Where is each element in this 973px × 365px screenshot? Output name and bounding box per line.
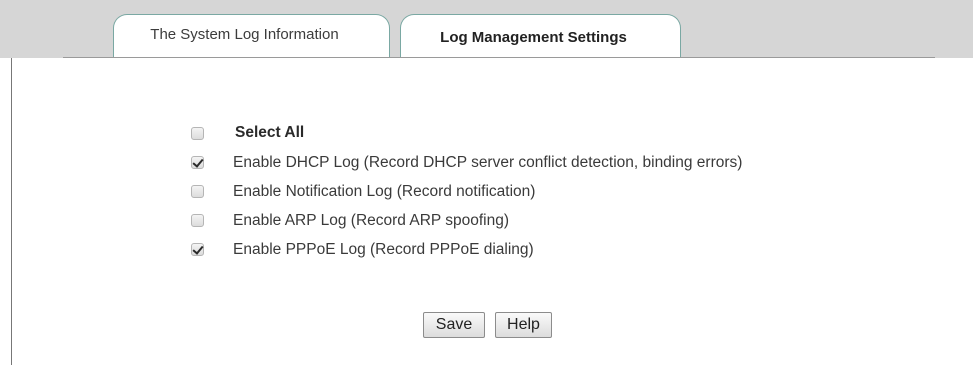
dhcp-log-label: Enable DHCP Log (Record DHCP server conf… bbox=[233, 153, 743, 171]
arp-log-label: Enable ARP Log (Record ARP spoofing) bbox=[233, 211, 510, 229]
action-buttons: Save Help bbox=[423, 312, 552, 338]
log-settings-page: The System Log Information Log Managemen… bbox=[0, 0, 973, 365]
content-left-border bbox=[11, 58, 12, 365]
tab-label: Log Management Settings bbox=[440, 29, 627, 46]
save-button[interactable]: Save bbox=[423, 312, 485, 338]
notification-log-checkbox[interactable] bbox=[191, 185, 204, 198]
help-button[interactable]: Help bbox=[495, 312, 552, 338]
arp-log-row: Enable ARP Log (Record ARP spoofing) bbox=[190, 206, 742, 235]
tab-system-log-information[interactable]: The System Log Information bbox=[113, 14, 390, 57]
tab-divider bbox=[63, 57, 935, 58]
notification-log-row: Enable Notification Log (Record notifica… bbox=[190, 177, 742, 206]
notification-log-label: Enable Notification Log (Record notifica… bbox=[233, 182, 536, 200]
pppoe-log-label: Enable PPPoE Log (Record PPPoE dialing) bbox=[233, 240, 534, 258]
tab-label: The System Log Information bbox=[150, 26, 339, 43]
arp-log-checkbox[interactable] bbox=[191, 214, 204, 227]
tab-bar: The System Log Information Log Managemen… bbox=[0, 0, 973, 58]
select-all-checkbox[interactable] bbox=[191, 126, 204, 140]
select-all-label: Select All bbox=[235, 124, 305, 141]
log-options-list: Select All Enable DHCP Log (Record DHCP … bbox=[190, 118, 742, 264]
dhcp-log-row: Enable DHCP Log (Record DHCP server conf… bbox=[190, 148, 742, 177]
pppoe-log-row: Enable PPPoE Log (Record PPPoE dialing) bbox=[190, 235, 742, 264]
dhcp-log-checkbox[interactable] bbox=[191, 156, 204, 169]
tab-log-management-settings[interactable]: Log Management Settings bbox=[400, 14, 681, 58]
select-all-row: Select All bbox=[190, 118, 742, 148]
pppoe-log-checkbox[interactable] bbox=[191, 243, 204, 256]
